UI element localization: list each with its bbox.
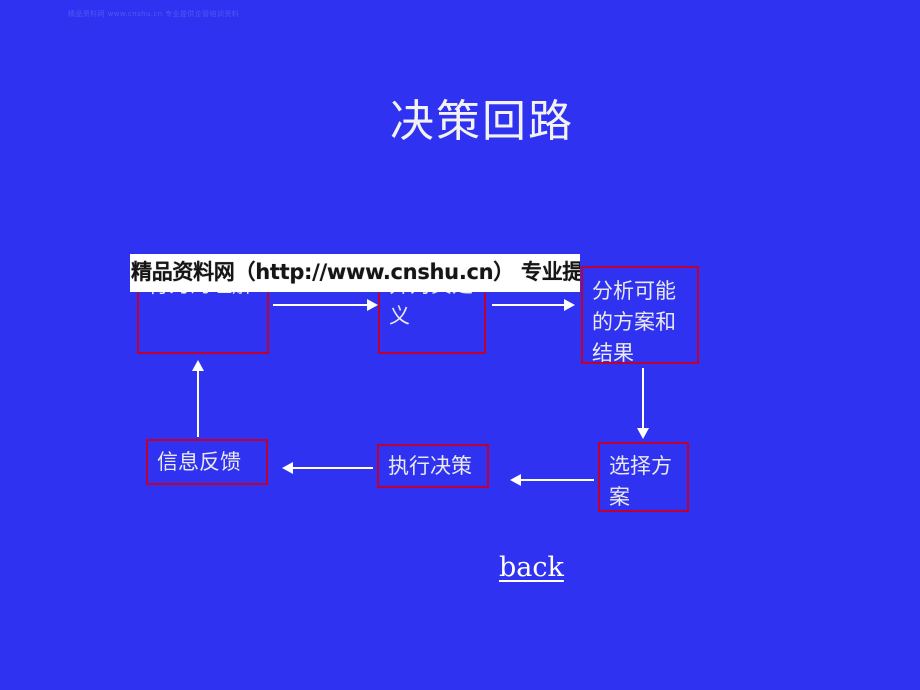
flow-node-execute-label: 执行决策 <box>388 454 472 478</box>
arrow-analyze-to-select-head <box>637 428 649 439</box>
watermark-banner: 精品资料网（http://www.cnshu.cn） 专业提供企管培训资料 <box>130 254 580 292</box>
arrow-execute-to-feedback-head <box>282 462 293 474</box>
arrow-execute-to-feedback <box>293 467 373 469</box>
arrow-define-to-analyze <box>492 304 566 306</box>
back-link[interactable]: back <box>499 551 564 585</box>
presentation-slide: 精品资料网 www.cnshu.cn 专业提供企管培训资料 决策回路 行为的理解… <box>0 0 920 690</box>
flow-node-select-label: 选择方案 <box>609 454 672 509</box>
arrow-select-to-execute <box>521 479 594 481</box>
page-title-text: 决策回路 <box>390 96 574 147</box>
arrow-understand-to-define-head <box>367 299 378 311</box>
flow-node-feedback[interactable]: 信息反馈 <box>146 439 268 485</box>
flow-node-analyze[interactable]: 分析可能的方案和结果 <box>581 266 699 365</box>
faint-header-watermark: 精品资料网 www.cnshu.cn 专业提供企管培训资料 <box>68 10 240 18</box>
flow-node-select[interactable]: 选择方案 <box>598 442 689 512</box>
arrow-define-to-analyze-head <box>564 299 575 311</box>
arrow-feedback-to-understand <box>197 370 199 437</box>
flow-node-feedback-label: 信息反馈 <box>157 450 241 474</box>
flow-node-analyze-label: 分析可能的方案和结果 <box>592 279 676 365</box>
page-title: 决策回路 <box>0 92 920 152</box>
arrow-feedback-to-understand-head <box>192 360 204 371</box>
arrow-select-to-execute-head <box>510 474 521 486</box>
arrow-understand-to-define <box>273 304 369 306</box>
arrow-analyze-to-select <box>642 368 644 430</box>
flow-node-execute[interactable]: 执行决策 <box>377 444 489 488</box>
watermark-text: 精品资料网（http://www.cnshu.cn） 专业提供企管培训资料 <box>131 260 580 284</box>
